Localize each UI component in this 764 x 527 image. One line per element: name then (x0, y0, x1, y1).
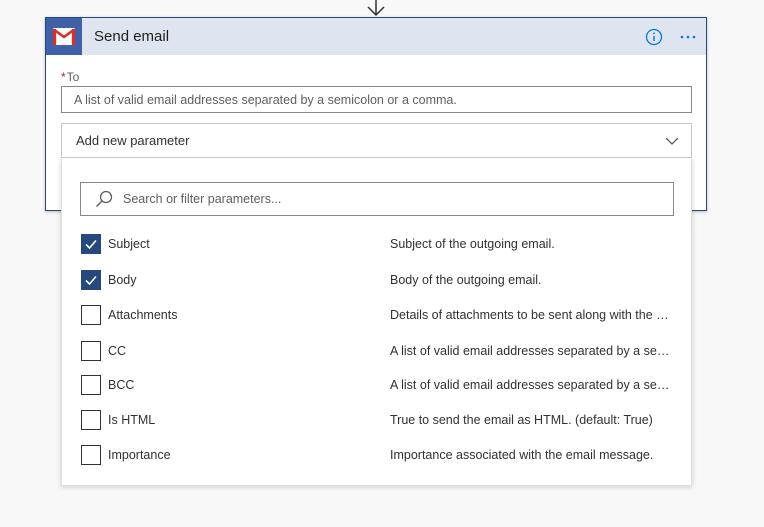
checkmark-icon (85, 239, 97, 250)
parameter-description: True to send the email as HTML. (default… (390, 413, 653, 427)
parameter-checkbox[interactable] (81, 234, 101, 254)
to-label-text: To (66, 70, 80, 84)
parameter-checkbox[interactable] (81, 270, 101, 290)
parameter-checkbox[interactable] (81, 375, 101, 395)
more-options-icon[interactable] (679, 28, 697, 46)
parameter-description: Details of attachments to be sent along … (390, 308, 674, 322)
parameter-row[interactable]: CC A list of valid email addresses separa… (81, 339, 681, 363)
parameter-description: A list of valid email addresses separate… (390, 344, 674, 358)
parameter-checkbox[interactable] (81, 305, 101, 325)
gmail-logo-icon (46, 18, 82, 55)
parameter-description: A list of valid email addresses separate… (390, 378, 674, 392)
info-icon[interactable] (645, 28, 663, 46)
chevron-down-icon (665, 137, 679, 145)
action-title: Send email (94, 28, 170, 45)
parameter-row[interactable]: Attachments Details of attachments to be … (81, 303, 681, 327)
parameter-row[interactable]: Is HTML True to send the email as HTML. (… (81, 408, 681, 432)
parameter-description: Body of the outgoing email. (390, 273, 542, 287)
parameter-description: Importance associated with the email mes… (390, 448, 654, 462)
required-marker: * (61, 70, 66, 84)
parameter-name: CC (108, 344, 127, 358)
parameter-checkbox[interactable] (81, 410, 101, 430)
parameter-search-input[interactable] (121, 191, 673, 207)
parameter-row[interactable]: Body Body of the outgoing email. (81, 268, 681, 292)
action-header[interactable]: Send email (46, 18, 706, 55)
parameter-checkbox[interactable] (81, 341, 101, 361)
parameter-search-box[interactable] (80, 182, 674, 216)
parameter-name: BCC (108, 378, 135, 392)
parameter-row[interactable]: BCC A list of valid email addresses separ… (81, 373, 681, 397)
parameter-description: Subject of the outgoing email. (390, 237, 555, 251)
checkmark-icon (85, 275, 97, 286)
to-field-label: *To (61, 70, 79, 84)
add-new-parameter-dropdown[interactable]: Add new parameter (61, 123, 692, 158)
parameter-row[interactable]: Subject Subject of the outgoing email. (81, 232, 681, 256)
parameter-name: Is HTML (108, 413, 156, 427)
parameter-name: Importance (108, 448, 171, 462)
add-parameter-label: Add new parameter (76, 133, 190, 148)
to-field-input[interactable] (61, 86, 692, 113)
flow-arrow-icon (367, 0, 385, 17)
search-icon (96, 190, 113, 207)
parameter-name: Body (108, 273, 137, 287)
parameter-checkbox[interactable] (81, 445, 101, 465)
parameter-row[interactable]: Importance Importance associated with the… (81, 443, 681, 467)
parameter-dropdown-panel: Subject Subject of the outgoing email. Bod… (61, 158, 692, 486)
parameter-name: Subject (108, 237, 150, 251)
parameter-name: Attachments (108, 308, 178, 322)
